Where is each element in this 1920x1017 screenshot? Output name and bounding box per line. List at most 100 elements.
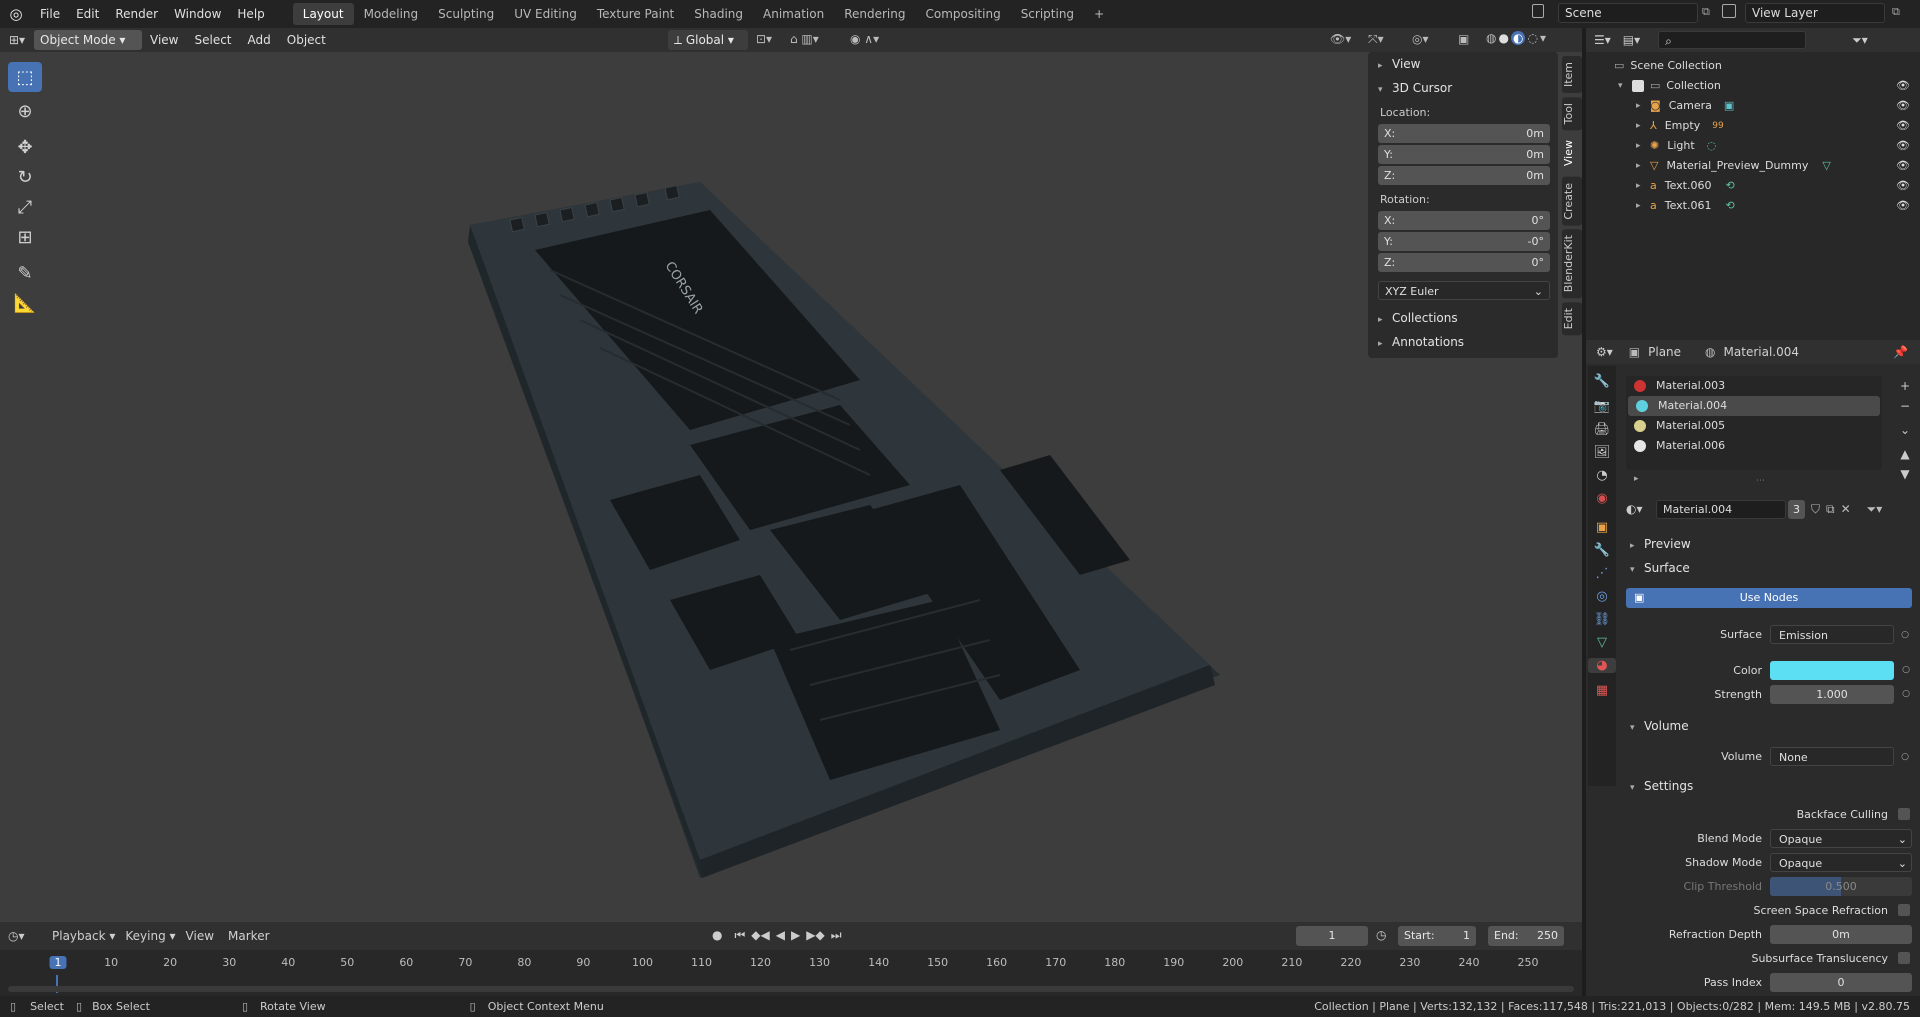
blender-logo-icon[interactable]: ◎ xyxy=(0,5,32,23)
volume-dropdown[interactable]: None ○ xyxy=(1770,746,1909,766)
menu-window[interactable]: Window xyxy=(166,0,229,28)
eye-icon[interactable]: 👁 xyxy=(1896,76,1910,96)
cursor-tool-icon[interactable]: ⊕ xyxy=(8,96,42,126)
outliner-row-empty[interactable]: ▸ ⅄ Empty 99 👁 xyxy=(1586,116,1920,136)
outliner-row-light[interactable]: ▸ ✺ Light ◌ 👁 xyxy=(1586,136,1920,156)
tab-view[interactable]: View xyxy=(1562,134,1582,173)
scale-tool-icon[interactable]: ⤢ xyxy=(8,192,42,222)
editor-type-icon[interactable]: ⊞▾ xyxy=(0,33,34,47)
filter-icon[interactable]: ⏷▾ xyxy=(1852,33,1868,48)
tab-animation[interactable]: Animation xyxy=(753,3,834,25)
world-tab-icon[interactable]: ◉ xyxy=(1588,491,1616,506)
tab-item[interactable]: Item xyxy=(1562,56,1582,94)
record-icon[interactable]: ● xyxy=(712,928,722,943)
menu-help[interactable]: Help xyxy=(229,0,272,28)
remove-slot-icon[interactable]: − xyxy=(1896,396,1914,416)
end-frame-field[interactable]: End: 250 xyxy=(1488,926,1564,946)
transform-tool-icon[interactable]: ⊞ xyxy=(8,222,42,252)
menu-add[interactable]: Add xyxy=(240,28,279,52)
volume-section-header[interactable]: ▾ Volume xyxy=(1620,714,1916,738)
collection-row[interactable]: ▾ ▭ Collection 👁 xyxy=(1586,76,1920,96)
collections-section-header[interactable]: ▸ Collections xyxy=(1368,306,1558,330)
constraints-tab-icon[interactable]: ⛓ xyxy=(1588,612,1616,627)
prev-keyframe-icon[interactable]: ◆◀ xyxy=(751,928,769,943)
view-section-header[interactable]: ▸ View xyxy=(1368,52,1558,76)
settings-section-header[interactable]: ▾ Settings xyxy=(1620,774,1916,798)
tab-rendering[interactable]: Rendering xyxy=(834,3,915,25)
color-swatch[interactable]: ○ xyxy=(1770,660,1910,680)
transform-orientation-dropdown[interactable]: ⟂ Global ▾ xyxy=(668,30,748,50)
eye-icon[interactable]: 👁 xyxy=(1896,176,1910,196)
tab-sculpting[interactable]: Sculpting xyxy=(428,3,504,25)
pin-icon[interactable]: 📌 xyxy=(1893,345,1908,359)
tab-texture-paint[interactable]: Texture Paint xyxy=(587,3,684,25)
add-slot-icon[interactable]: + xyxy=(1896,376,1914,396)
tab-layout[interactable]: Layout xyxy=(292,3,354,25)
current-frame-field[interactable]: 1 xyxy=(1296,926,1368,946)
tab-uv-editing[interactable]: UV Editing xyxy=(504,3,587,25)
view-layer-icon[interactable] xyxy=(1722,4,1736,18)
view-layer-field[interactable]: View Layer xyxy=(1745,3,1885,23)
display-mode-icon[interactable]: ▤▾ xyxy=(1623,33,1640,47)
keyboard-model[interactable]: CORSAIR xyxy=(440,170,1230,890)
browse-material-icon[interactable]: ◐▾ xyxy=(1626,502,1656,516)
move-up-icon[interactable]: ▲ xyxy=(1896,444,1914,464)
render-tab-icon[interactable]: 📷 xyxy=(1588,399,1616,414)
tab-compositing[interactable]: Compositing xyxy=(915,3,1010,25)
mode-dropdown[interactable]: Object Mode ▾ xyxy=(34,30,142,50)
surface-section-header[interactable]: ▾ Surface xyxy=(1620,556,1916,580)
xray-icon[interactable]: ▣ xyxy=(1458,32,1469,46)
sss-checkbox[interactable] xyxy=(1898,952,1910,964)
start-frame-field[interactable]: Start: 1 xyxy=(1398,926,1476,946)
tool-tab-icon[interactable]: 🔧 xyxy=(1588,374,1616,389)
rendered-shading-icon[interactable]: ◌ xyxy=(1527,31,1537,45)
menu-playback[interactable]: Playback ▾ xyxy=(52,929,115,943)
annotate-tool-icon[interactable]: ✎ xyxy=(8,258,42,288)
material-slot-active[interactable]: Material.004 xyxy=(1628,396,1880,416)
tab-tool[interactable]: Tool xyxy=(1562,97,1582,131)
pivot-icon[interactable]: ⊡▾ xyxy=(756,32,772,46)
menu-view[interactable]: View xyxy=(142,28,186,52)
cursor-location-z[interactable]: Z: 0m xyxy=(1378,165,1550,185)
menu-marker[interactable]: Marker xyxy=(228,929,269,943)
menu-timeline-view[interactable]: View xyxy=(186,929,214,943)
cursor-location-x[interactable]: X: 0m xyxy=(1378,123,1550,143)
properties-editor-icon[interactable]: ⚙▾ xyxy=(1596,345,1613,359)
eye-icon[interactable]: 👁 xyxy=(1896,136,1910,156)
cursor-rotation-y[interactable]: Y: -0° xyxy=(1378,231,1550,251)
pass-index-field[interactable]: 0 xyxy=(1770,972,1912,992)
outliner-row-text-060[interactable]: ▸ a Text.060 ⟲ 👁 xyxy=(1586,176,1920,196)
visibility-icon[interactable]: 👁▾ xyxy=(1330,32,1351,46)
eye-icon[interactable]: 👁 xyxy=(1896,156,1910,176)
object-tab-icon[interactable]: ▣ xyxy=(1588,520,1616,535)
particles-tab-icon[interactable]: ⋰ xyxy=(1588,566,1616,581)
tab-edit[interactable]: Edit xyxy=(1562,302,1582,336)
material-slot[interactable]: Material.006 xyxy=(1626,436,1882,456)
surface-shader-dropdown[interactable]: Emission ○ xyxy=(1770,624,1909,644)
proportional-edit-icon[interactable]: ◉ ∧▾ xyxy=(850,32,879,46)
eye-icon[interactable]: 👁 xyxy=(1896,116,1910,136)
shading-options-icon[interactable]: ▾ xyxy=(1540,31,1546,45)
tab-create[interactable]: Create xyxy=(1562,176,1582,226)
menu-render[interactable]: Render xyxy=(107,0,166,28)
refraction-depth-field[interactable]: 0m xyxy=(1770,924,1912,944)
view-layer-copy-icon[interactable]: ⧉ xyxy=(1892,5,1900,19)
strength-field[interactable]: 1.000 ○ xyxy=(1770,684,1910,704)
tab-modeling[interactable]: Modeling xyxy=(354,3,429,25)
scene-tab-icon[interactable]: ◔ xyxy=(1588,468,1616,483)
view-layer-tab-icon[interactable]: 🖼 xyxy=(1588,445,1616,460)
preview-range-icon[interactable]: ◷ xyxy=(1376,928,1386,942)
shadow-mode-dropdown[interactable]: Opaque ⌄ xyxy=(1770,852,1912,872)
material-slot[interactable]: Material.005 xyxy=(1626,416,1882,436)
cursor-rotation-x[interactable]: X: 0° xyxy=(1378,210,1550,230)
tab-blenderkit[interactable]: BlenderKit xyxy=(1562,229,1582,299)
backface-culling-checkbox[interactable] xyxy=(1898,808,1910,820)
material-shading-icon[interactable]: ◐ xyxy=(1510,31,1526,45)
move-tool-icon[interactable]: ✥ xyxy=(8,132,42,162)
outliner-row-material-preview-dummy[interactable]: ▸ ▽ Material_Preview_Dummy ▽ 👁 xyxy=(1586,156,1920,176)
rotation-mode-dropdown[interactable]: XYZ Euler ⌄ xyxy=(1378,280,1550,300)
move-down-icon[interactable]: ▼ xyxy=(1896,464,1914,484)
gizmo-icon[interactable]: ⤧▾ xyxy=(1368,32,1384,47)
tab-shading[interactable]: Shading xyxy=(684,3,753,25)
timeline-scrollbar[interactable] xyxy=(8,986,1574,992)
